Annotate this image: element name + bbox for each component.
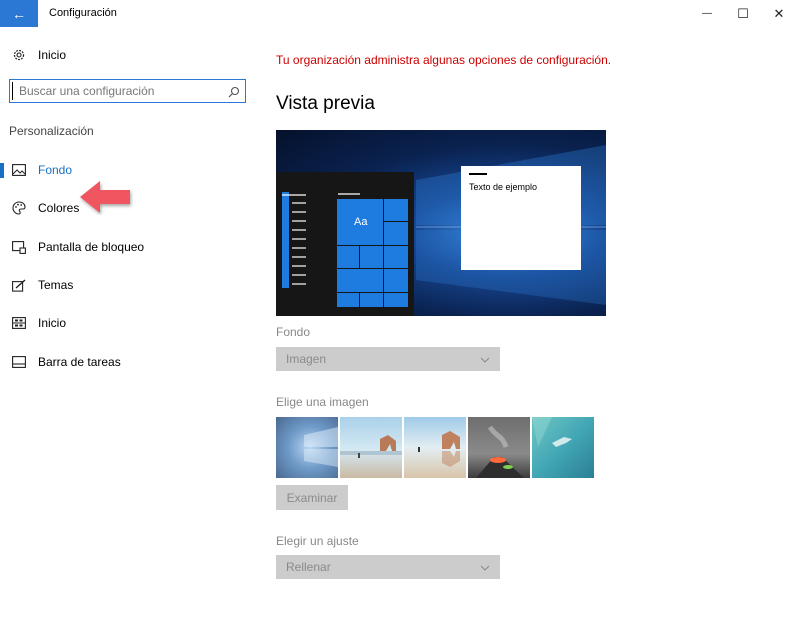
sidebar-item-inicio[interactable]: Inicio bbox=[0, 308, 258, 338]
tile-label: Aa bbox=[354, 216, 368, 228]
background-dropdown[interactable]: Imagen bbox=[276, 347, 500, 371]
minimize-icon: — bbox=[702, 8, 712, 19]
maximize-icon: ☐ bbox=[737, 5, 749, 21]
start-menu-preview: Aa bbox=[276, 172, 414, 316]
choose-image-label: Elige una imagen bbox=[276, 395, 369, 409]
active-indicator bbox=[0, 163, 4, 178]
search-input[interactable] bbox=[12, 82, 222, 100]
red-arrow-annotation bbox=[78, 179, 136, 215]
window-title: Configuración bbox=[49, 7, 117, 19]
sample-window: Texto de ejemplo bbox=[461, 166, 581, 270]
sidebar-item-label: Barra de tareas bbox=[38, 355, 121, 369]
close-button[interactable]: ✕ bbox=[762, 0, 796, 27]
sample-text: Texto de ejemplo bbox=[469, 182, 538, 192]
chevron-down-icon bbox=[480, 562, 490, 572]
chevron-down-icon bbox=[480, 354, 490, 364]
desktop-preview: Aa Texto de ejemplo bbox=[276, 130, 606, 316]
back-button[interactable]: ← bbox=[0, 0, 38, 27]
back-arrow-icon: ← bbox=[12, 5, 26, 22]
background-label: Fondo bbox=[276, 325, 311, 339]
title-bar: ← Configuración — ☐ ✕ bbox=[0, 0, 800, 27]
sidebar-item-label: Inicio bbox=[38, 316, 67, 330]
lock-screen-icon bbox=[11, 239, 27, 255]
organization-notice: Tu organización administra algunas opcio… bbox=[276, 53, 612, 67]
sidebar-item-barra-de-tareas[interactable]: Barra de tareas bbox=[0, 347, 258, 377]
sidebar-item-label: Inicio bbox=[38, 48, 67, 62]
preview-heading: Vista previa bbox=[276, 93, 375, 114]
minimize-button[interactable]: — bbox=[690, 0, 724, 27]
thumbnail-volcano[interactable] bbox=[468, 417, 530, 478]
sidebar-item-label: Fondo bbox=[38, 163, 73, 177]
start-tiles-icon bbox=[11, 315, 27, 331]
fit-value: Rellenar bbox=[286, 560, 331, 574]
maximize-button[interactable]: ☐ bbox=[726, 0, 760, 27]
thumbnail-underwater[interactable] bbox=[532, 417, 594, 478]
taskbar-icon bbox=[11, 354, 27, 370]
sidebar-item-temas[interactable]: Temas bbox=[0, 270, 258, 300]
browse-button[interactable]: Examinar bbox=[276, 485, 348, 510]
thumbnail-beach-reflection[interactable] bbox=[404, 417, 466, 478]
sidebar-item-label: Pantalla de bloqueo bbox=[38, 240, 145, 254]
close-icon: ✕ bbox=[773, 5, 785, 21]
sidebar-item-home[interactable]: Inicio bbox=[0, 40, 258, 70]
sidebar: Inicio Personalización Fondo Colores Pan… bbox=[0, 27, 258, 637]
section-heading: Personalización bbox=[9, 124, 94, 138]
palette-icon bbox=[11, 200, 27, 216]
window-title-bar bbox=[469, 173, 487, 175]
background-value: Imagen bbox=[286, 352, 327, 366]
picture-icon bbox=[11, 162, 27, 178]
sidebar-item-label: Temas bbox=[38, 278, 74, 292]
gear-icon bbox=[11, 47, 27, 63]
thumbnail-beach-arch[interactable] bbox=[340, 417, 402, 478]
main-panel: Tu organización administra algunas opcio… bbox=[276, 27, 776, 637]
search-icon[interactable] bbox=[228, 85, 240, 98]
thumbnail-windows-light[interactable] bbox=[276, 417, 338, 478]
sidebar-item-label: Colores bbox=[38, 201, 80, 215]
sidebar-item-pantalla-de-bloqueo[interactable]: Pantalla de bloqueo bbox=[0, 232, 258, 262]
theme-brush-icon bbox=[11, 277, 27, 293]
fit-dropdown[interactable]: Rellenar bbox=[276, 555, 500, 579]
search-box[interactable] bbox=[9, 79, 246, 103]
fit-label: Elegir un ajuste bbox=[276, 534, 359, 548]
